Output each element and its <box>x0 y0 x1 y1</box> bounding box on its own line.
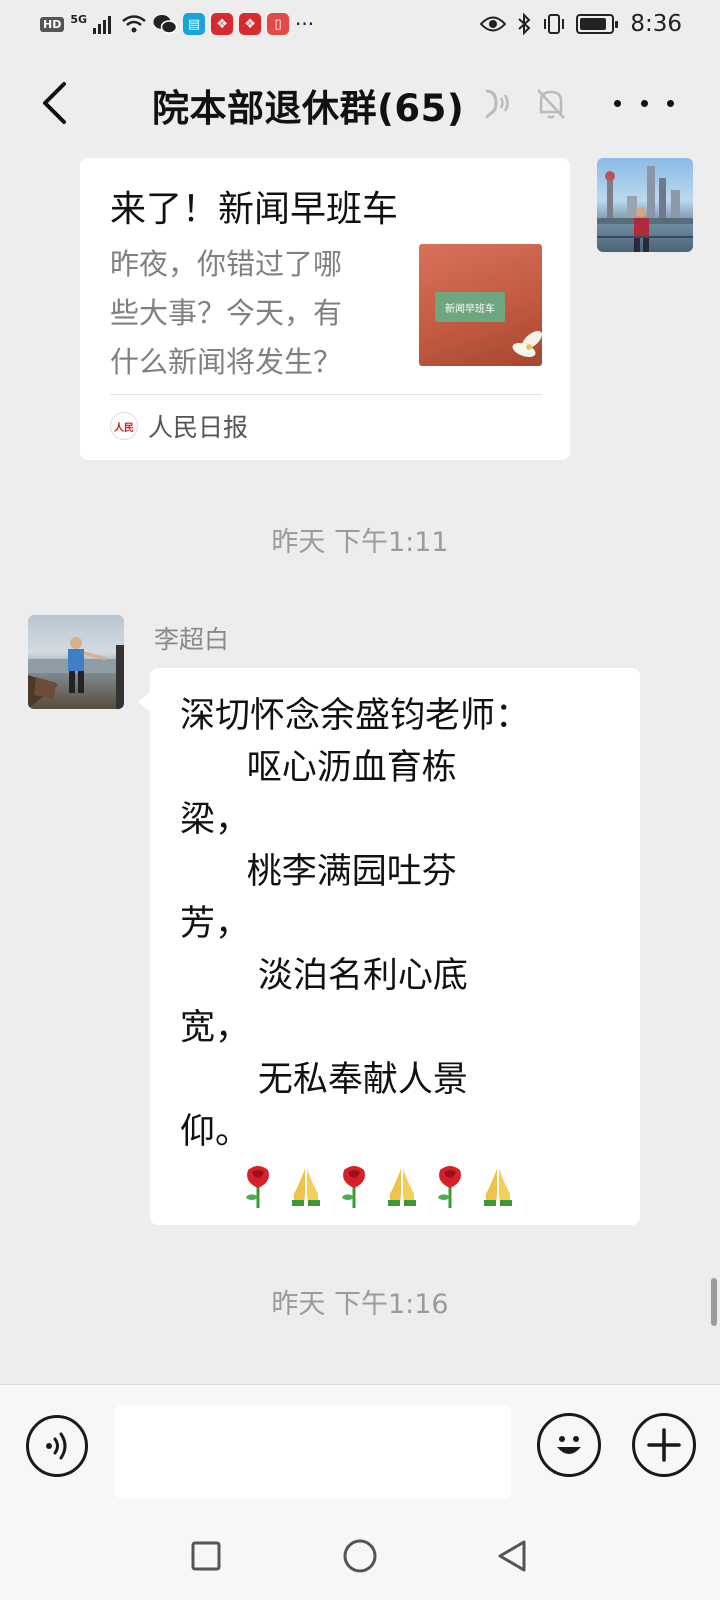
plus-icon <box>647 1428 681 1462</box>
home-button[interactable] <box>340 1536 380 1576</box>
message-bubble[interactable]: 深切怀念余盛钧老师： 呕心沥血育栋 梁， 桃李满园吐芬 芳， 淡泊名利心底 宽，… <box>138 668 640 1225</box>
recents-button[interactable] <box>186 1536 226 1576</box>
sender-name: 李超白 <box>154 625 230 654</box>
avatar-photo-icon <box>28 637 124 709</box>
dot-icon <box>667 99 674 107</box>
status-time: 8:36 <box>630 11 682 37</box>
more-input-button[interactable] <box>632 1413 696 1477</box>
signal-icon <box>93 16 112 34</box>
message-line: 淡泊名利心底 <box>180 956 468 996</box>
message-line: 无私奉献人景 <box>180 1060 468 1100</box>
scrollbar-thumb[interactable] <box>711 1278 717 1326</box>
mute-bell-icon <box>537 89 565 119</box>
dot-icon <box>640 99 648 107</box>
eye-icon <box>480 16 507 32</box>
praying-hands-icon <box>388 1168 416 1206</box>
status-right: 8:36 <box>480 11 682 37</box>
bluetooth-icon <box>518 13 531 35</box>
description-line: 什么新闻将发生？ <box>110 345 343 379</box>
message-line: 仰。 <box>180 1112 251 1152</box>
more-notifications-icon: ··· <box>295 12 315 36</box>
article-thumbnail: 新闻早班车 <box>419 244 542 366</box>
description-line: 些大事？今天，有 <box>110 296 343 330</box>
message-line: 呕心沥血育栋 <box>180 748 457 788</box>
page-title: 院本部退休群(65) <box>152 87 465 130</box>
rose-icon <box>438 1166 461 1208</box>
battery-fill <box>580 18 606 30</box>
message-line: 芳， <box>180 904 251 944</box>
wifi-icon <box>122 15 146 33</box>
smiley-icon <box>557 1436 581 1454</box>
rose-icon <box>246 1166 269 1208</box>
article-description: 昨夜，你错过了哪 些大事？今天，有 什么新闻将发生？ <box>110 240 390 387</box>
message-line: 宽， <box>180 1008 251 1048</box>
triangle-back-icon <box>498 1540 526 1572</box>
red-app-icon-2: ❖ <box>239 13 262 35</box>
square-icon <box>191 1541 221 1571</box>
more-options-button[interactable] <box>614 86 674 120</box>
chevron-left-icon <box>43 82 66 124</box>
book-app-icon: ▤ <box>183 13 206 35</box>
network-type: 5G <box>70 12 88 26</box>
system-back-button[interactable] <box>492 1536 532 1576</box>
message-input[interactable] <box>115 1405 511 1499</box>
article-title: 来了！新闻早班车 <box>110 189 399 230</box>
emoji-button[interactable] <box>537 1413 601 1477</box>
message-line: 深切怀念余盛钧老师： <box>180 696 531 736</box>
chat-input-bar <box>0 1384 720 1506</box>
flower-icon <box>512 331 542 357</box>
red-app-icon: ❖ <box>211 13 234 35</box>
praying-hands-icon <box>292 1168 320 1206</box>
description-line: 昨夜，你错过了哪 <box>110 247 343 281</box>
reader-app-icon: ▯ <box>267 13 290 35</box>
vibrate-icon <box>544 14 565 34</box>
message-timestamp: 昨天 下午1:16 <box>271 1289 449 1320</box>
chat-header: 院本部退休群(65) <box>0 48 720 158</box>
system-navigation-bar <box>0 1506 720 1600</box>
rose-icon <box>342 1166 365 1208</box>
article-card[interactable]: 来了！新闻早班车 昨夜，你错过了哪 些大事？今天，有 什么新闻将发生？ 新闻早班… <box>80 158 570 460</box>
praying-hands-icon <box>484 1168 512 1206</box>
voice-input-button[interactable] <box>26 1415 88 1477</box>
hd-badge: HD <box>40 16 65 32</box>
back-button[interactable] <box>34 78 74 128</box>
emoji-row <box>238 1160 620 1212</box>
status-bar: HD 5G ▤ ❖ ❖ ▯ ··· 8:36 <box>0 0 720 48</box>
message-line: 梁， <box>180 800 251 840</box>
thumbnail-label: 新闻早班车 <box>435 292 505 322</box>
voice-icon <box>46 1432 67 1460</box>
peoples-daily-logo-icon: 人民 <box>110 412 138 440</box>
article-source: 人民 人民日报 <box>110 408 248 444</box>
wechat-icon <box>153 15 178 34</box>
source-name: 人民日报 <box>148 413 249 442</box>
circle-icon <box>343 1539 377 1573</box>
avatar[interactable] <box>597 158 693 252</box>
status-left: HD 5G ▤ ❖ ❖ ▯ ··· <box>40 12 314 36</box>
header-status-icons <box>478 86 568 122</box>
avatar[interactable] <box>28 615 124 709</box>
battery-icon <box>576 14 619 34</box>
chat-message-list[interactable]: 来了！新闻早班车 昨夜，你错过了哪 些大事？今天，有 什么新闻将发生？ 新闻早班… <box>0 158 720 1384</box>
card-divider <box>110 394 542 395</box>
avatar-photo-icon <box>597 166 693 252</box>
message-line: 桃李满园吐芬 <box>180 852 457 892</box>
earpiece-mode-icon <box>485 89 509 119</box>
dot-icon <box>614 99 621 107</box>
message-timestamp: 昨天 下午1:11 <box>271 527 449 558</box>
